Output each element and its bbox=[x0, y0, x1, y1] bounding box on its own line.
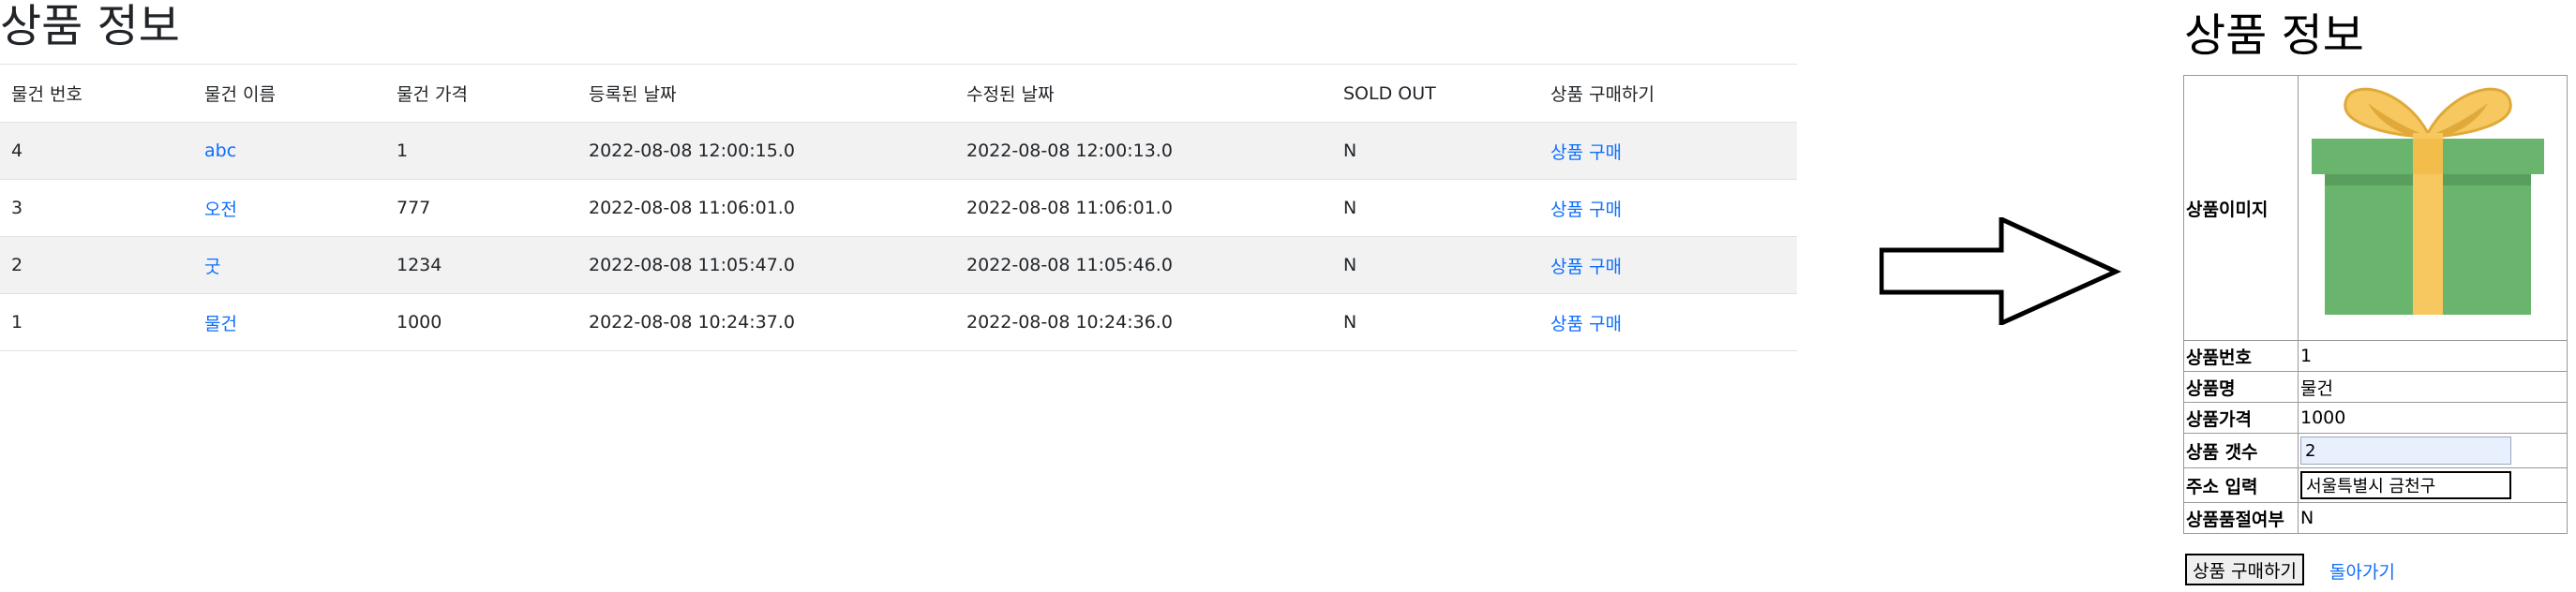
product-no-label: 상품번호 bbox=[2183, 340, 2299, 372]
cell-no: 2 bbox=[0, 236, 193, 294]
cell-created: 2022-08-08 11:05:47.0 bbox=[577, 236, 955, 294]
cell-price: 777 bbox=[385, 179, 577, 237]
product-name-link[interactable]: 굿 bbox=[204, 257, 220, 277]
detail-row-image: 상품이미지 bbox=[2183, 75, 2568, 341]
detail-row-soldout: 상품품절여부 N bbox=[2183, 502, 2568, 534]
product-name-link[interactable]: abc bbox=[204, 141, 236, 161]
detail-row-name: 상품명 물건 bbox=[2183, 371, 2568, 403]
cell-price: 1000 bbox=[385, 293, 577, 351]
table-header-row: 물건 번호 물건 이름 물건 가격 등록된 날짜 수정된 날짜 SOLD OUT… bbox=[0, 64, 1797, 123]
address-input[interactable] bbox=[2300, 471, 2511, 499]
header-updated-date: 수정된 날짜 bbox=[955, 64, 1332, 123]
cell-updated: 2022-08-08 11:06:01.0 bbox=[955, 179, 1332, 237]
product-no-value: 1 bbox=[2298, 340, 2568, 372]
buy-product-link[interactable]: 상품 구매 bbox=[1550, 142, 1622, 163]
cell-created: 2022-08-08 10:24:37.0 bbox=[577, 293, 955, 351]
product-list-table: 물건 번호 물건 이름 물건 가격 등록된 날짜 수정된 날짜 SOLD OUT… bbox=[0, 64, 1797, 351]
product-detail-table: 상품이미지 상품번호 1 상품명 물건 상품가격 1000 상품 갯수 2 주소… bbox=[2183, 75, 2568, 534]
quantity-input[interactable] bbox=[2300, 437, 2511, 465]
detail-page-title: 상품 정보 bbox=[2184, 9, 2364, 62]
back-link[interactable]: 돌아가기 bbox=[2329, 558, 2395, 584]
quantity-label: 상품 갯수 bbox=[2183, 433, 2299, 468]
cell-price: 1 bbox=[385, 122, 577, 180]
detail-row-address: 주소 입력 bbox=[2183, 467, 2568, 503]
product-image-cell bbox=[2298, 75, 2568, 341]
header-buy: 상품 구매하기 bbox=[1539, 64, 1797, 123]
table-row: 1 물건 1000 2022-08-08 10:24:37.0 2022-08-… bbox=[0, 293, 1797, 351]
table-row: 2 굿 1234 2022-08-08 11:05:47.0 2022-08-0… bbox=[0, 236, 1797, 294]
cell-no: 1 bbox=[0, 293, 193, 351]
header-item-no: 물건 번호 bbox=[0, 64, 193, 123]
right-arrow-icon bbox=[1880, 217, 2122, 325]
cell-sold-out: N bbox=[1332, 236, 1539, 294]
cell-price: 1234 bbox=[385, 236, 577, 294]
cell-updated: 2022-08-08 11:05:46.0 bbox=[955, 236, 1332, 294]
image-label: 상품이미지 bbox=[2183, 75, 2299, 341]
detail-row-price: 상품가격 1000 bbox=[2183, 402, 2568, 434]
gift-box-icon bbox=[2312, 87, 2544, 315]
buy-product-link[interactable]: 상품 구매 bbox=[1550, 314, 1622, 334]
cell-updated: 2022-08-08 12:00:13.0 bbox=[955, 122, 1332, 180]
product-price-label: 상품가격 bbox=[2183, 402, 2299, 434]
product-name-link[interactable]: 오전 bbox=[204, 200, 237, 220]
cell-no: 4 bbox=[0, 122, 193, 180]
table-row: 3 오전 777 2022-08-08 11:06:01.0 2022-08-0… bbox=[0, 179, 1797, 237]
address-label: 주소 입력 bbox=[2183, 467, 2299, 503]
cell-no: 3 bbox=[0, 179, 193, 237]
product-name-link[interactable]: 물건 bbox=[204, 314, 237, 334]
detail-row-no: 상품번호 1 bbox=[2183, 340, 2568, 372]
cell-sold-out: N bbox=[1332, 179, 1539, 237]
header-item-price: 물건 가격 bbox=[385, 64, 577, 123]
header-sold-out: SOLD OUT bbox=[1332, 64, 1539, 123]
product-price-value: 1000 bbox=[2298, 402, 2568, 434]
buy-product-link[interactable]: 상품 구매 bbox=[1550, 257, 1622, 277]
list-page-title: 상품 정보 bbox=[0, 0, 180, 52]
product-name-value: 물건 bbox=[2298, 371, 2568, 403]
detail-row-quantity: 상품 갯수 bbox=[2183, 433, 2568, 468]
sold-out-label: 상품품절여부 bbox=[2183, 502, 2299, 534]
cell-sold-out: N bbox=[1332, 293, 1539, 351]
sold-out-value: N bbox=[2298, 502, 2568, 534]
table-row: 4 abc 1 2022-08-08 12:00:15.0 2022-08-08… bbox=[0, 122, 1797, 180]
cell-updated: 2022-08-08 10:24:36.0 bbox=[955, 293, 1332, 351]
product-name-label: 상품명 bbox=[2183, 371, 2299, 403]
cell-sold-out: N bbox=[1332, 122, 1539, 180]
buy-product-link[interactable]: 상품 구매 bbox=[1550, 200, 1622, 220]
cell-created: 2022-08-08 12:00:15.0 bbox=[577, 122, 955, 180]
purchase-button[interactable]: 상품 구매하기 bbox=[2185, 554, 2304, 585]
cell-created: 2022-08-08 11:06:01.0 bbox=[577, 179, 955, 237]
header-item-name: 물건 이름 bbox=[193, 64, 385, 123]
header-created-date: 등록된 날짜 bbox=[577, 64, 955, 123]
